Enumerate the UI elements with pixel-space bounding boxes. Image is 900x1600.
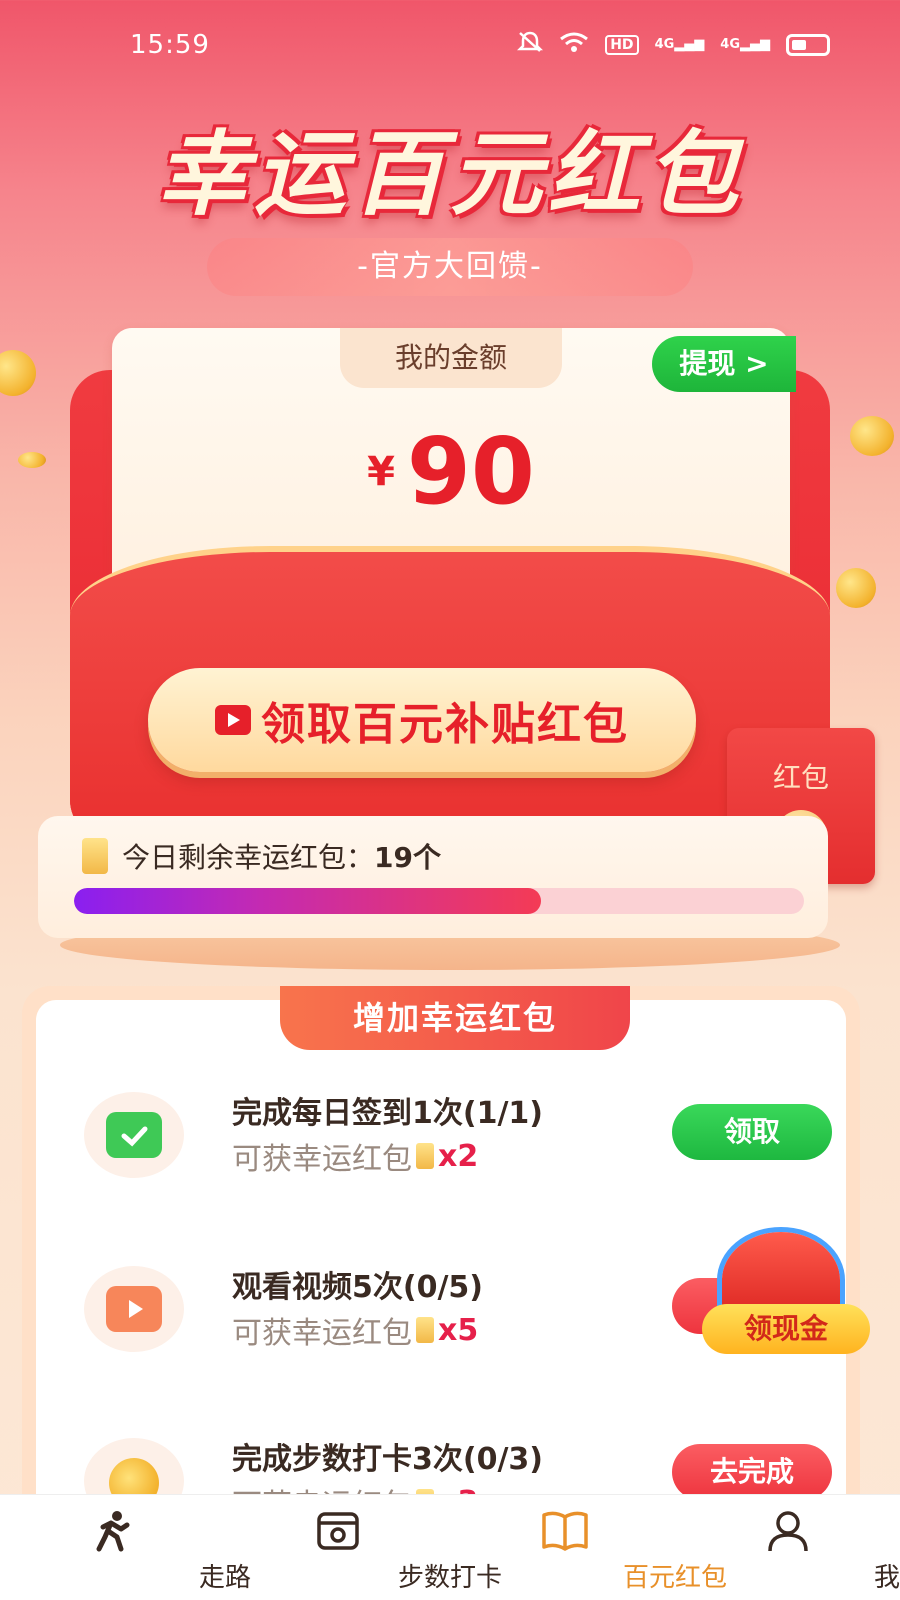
coin-decoration-icon [836,568,876,608]
claim-cash-widget[interactable]: 领现金 [702,1232,872,1366]
task-title: 完成步数打卡3次(0/3) [232,1442,544,1477]
amount-value: 90 [406,418,535,525]
hd-badge: HD [605,34,639,55]
remaining-count: 19个 [374,841,441,874]
claim-subsidy-button[interactable]: 领取百元补贴红包 [148,668,696,772]
status-icons: HD 4G▂▄▆ 4G▂▄▆ [517,30,830,59]
amount-display: ¥90 [112,418,790,525]
claim-cash-label: 领现金 [702,1304,870,1354]
camera-icon [316,1509,360,1553]
coin-decoration-icon [18,452,46,468]
battery-icon [786,33,830,56]
page-title: 幸运百元红包 [155,121,744,228]
withdraw-button[interactable]: 提现 > [652,336,796,392]
ticket-icon [82,838,108,874]
wifi-icon [559,31,589,58]
remaining-progress-fill [74,888,542,914]
task-claim-button[interactable]: 领取 [672,1104,832,1160]
nav-label: 我的 [873,1563,900,1593]
coin-decoration-icon [850,416,894,456]
video-play-icon [106,1286,162,1332]
coin-decoration-icon [0,350,36,396]
tasks-header: 增加幸运红包 [280,986,630,1050]
ticket-icon [416,1317,434,1343]
book-icon [541,1509,588,1553]
status-time: 15:59 [130,30,210,60]
status-bar: 15:59 HD 4G▂▄▆ 4G▂▄▆ [0,0,900,90]
claim-subsidy-label: 领取百元补贴红包 [261,699,629,750]
calendar-check-icon [106,1112,162,1158]
nav-item-step-checkin[interactable]: 步数打卡 [225,1495,502,1600]
task-title: 完成每日签到1次(1/1) [232,1096,544,1131]
task-reward: 可获幸运红包 x5 [232,1308,478,1352]
task-go-complete-button[interactable]: 去完成 [672,1444,832,1500]
floating-red-packet-label: 红包 [772,761,829,794]
task-title: 观看视频5次(0/5) [232,1270,484,1305]
task-reward-prefix: 可获幸运红包 [232,1316,412,1351]
remaining-label: 今日剩余幸运红包： [122,841,375,874]
task-reward-mult: x5 [438,1312,479,1348]
subtitle-pill: -官方大回馈- [207,238,693,296]
card-tab: 我的金额 [340,328,562,388]
remaining-text: 今日剩余幸运红包：19个 [122,836,441,876]
signal-4g-icon-2: 4G▂▄▆ [720,37,770,52]
remaining-progress-bar [74,888,804,914]
walking-person-icon [91,1509,135,1553]
signal-4g-icon: 4G▂▄▆ [654,37,705,52]
task-reward-mult: x2 [438,1138,479,1174]
signal-label: 4G [654,37,675,52]
signal-label-2: 4G [720,37,740,52]
task-reward: 可获幸运红包 x2 [232,1134,478,1178]
ticket-icon [416,1143,434,1169]
person-icon [766,1509,810,1553]
currency-symbol: ¥ [367,449,395,495]
remaining-panel: 今日剩余幸运红包：19个 [38,816,828,938]
task-reward-prefix: 可获幸运红包 [232,1142,412,1177]
nav-item-walk[interactable]: 走路 [0,1495,251,1600]
video-play-icon [215,705,251,735]
bottom-nav: 走路 步数打卡 百元红包 我的 [0,1494,900,1600]
task-row: 完成每日签到1次(1/1) 可获幸运红包 x2 领取 [36,1084,846,1194]
mute-icon [517,30,544,59]
task-icon-wrap [84,1092,184,1178]
nav-item-red-packet[interactable]: 百元红包 [450,1495,727,1600]
task-icon-wrap [84,1266,184,1352]
nav-item-profile[interactable]: 我的 [675,1495,900,1600]
